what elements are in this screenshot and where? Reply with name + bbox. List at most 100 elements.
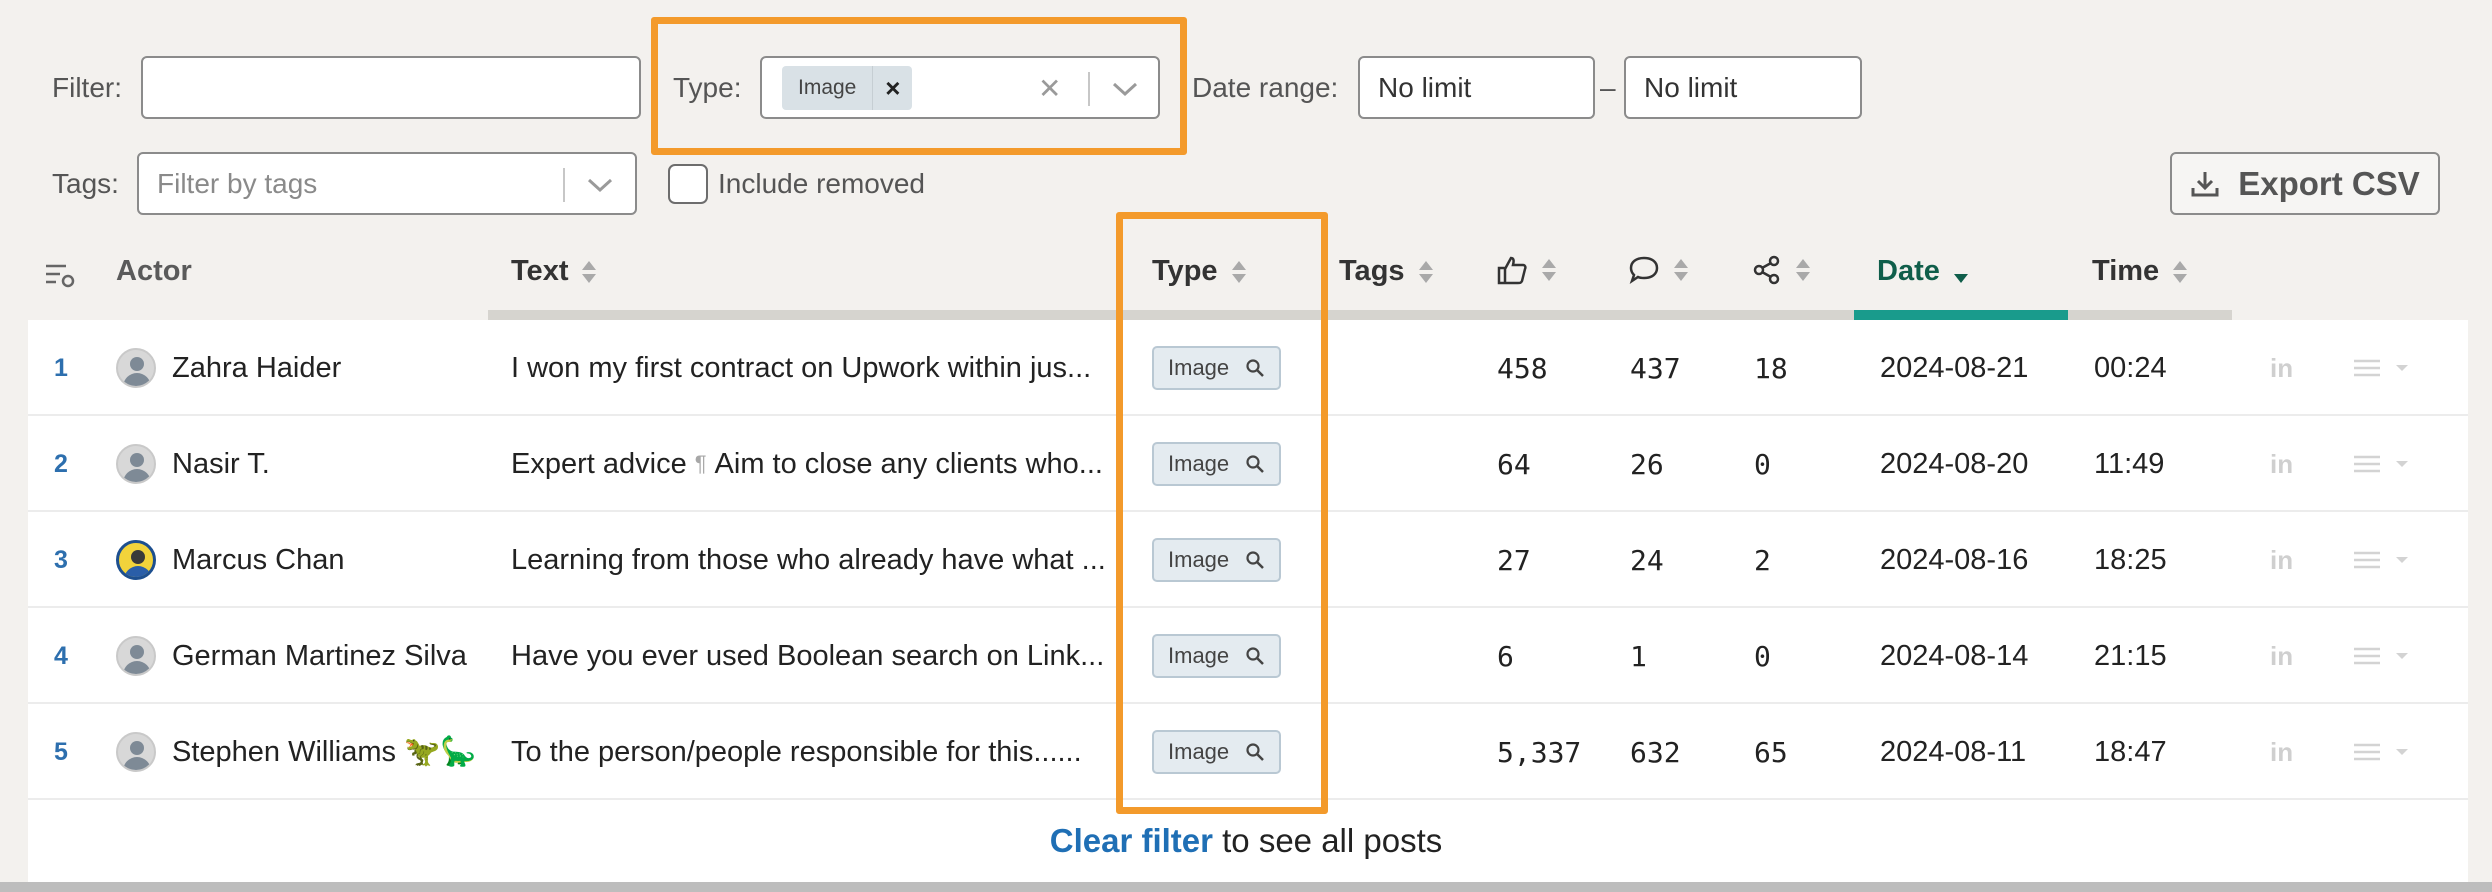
post-text-cell[interactable]: I won my first contract on Upwork within…: [511, 320, 1136, 416]
sort-icon: [1674, 259, 1688, 281]
row-menu[interactable]: [2352, 320, 2410, 416]
sort-icon: [2173, 260, 2188, 283]
avatar: [116, 636, 156, 676]
comments-count: 24: [1630, 543, 1664, 577]
tags-placeholder: Filter by tags: [157, 167, 318, 199]
date-from-input[interactable]: No limit: [1358, 56, 1595, 119]
shares-count: 0: [1754, 639, 1771, 673]
type-column-highlight: [1116, 212, 1328, 814]
date-range-label: Date range:: [1192, 72, 1339, 103]
post-time: 00:24: [2094, 351, 2167, 384]
include-removed-label: Include removed: [718, 168, 926, 199]
linkedin-icon[interactable]: in: [2270, 608, 2293, 704]
avatar: [116, 540, 156, 580]
actor-name[interactable]: Zahra Haider: [172, 320, 341, 416]
likes-count: 6: [1497, 639, 1514, 673]
column-header-date[interactable]: Date: [1877, 255, 1968, 288]
linkedin-icon[interactable]: in: [2270, 704, 2293, 800]
comment-icon: [1629, 256, 1659, 285]
row-menu[interactable]: [2352, 704, 2410, 800]
column-header-comments[interactable]: [1628, 255, 1688, 285]
row-menu[interactable]: [2352, 608, 2410, 704]
row-number[interactable]: 4: [54, 608, 68, 704]
clear-filter-link[interactable]: Clear filter: [1050, 822, 1213, 859]
actor-name[interactable]: Nasir T.: [172, 416, 270, 512]
row-number[interactable]: 5: [54, 704, 68, 800]
post-text-continued: Aim to close any clients who...: [714, 447, 1103, 480]
menu-icon: [2354, 359, 2380, 377]
post-text-cell[interactable]: To the person/people responsible for thi…: [511, 704, 1136, 800]
share-icon: [1753, 255, 1780, 285]
tags-label: Tags:: [52, 168, 119, 199]
tags-separator: [563, 168, 565, 202]
row-menu[interactable]: [2352, 416, 2410, 512]
caret-down-icon: [2396, 557, 2408, 563]
column-header-time[interactable]: Time: [2092, 255, 2188, 288]
post-time: 21:15: [2094, 639, 2167, 672]
avatar: [116, 444, 156, 484]
menu-icon: [2354, 551, 2380, 569]
type-filter-highlight: [651, 17, 1187, 155]
avatar: [116, 348, 156, 388]
column-header-text[interactable]: Text: [511, 255, 597, 288]
filter-label: Filter:: [52, 72, 122, 103]
row-number[interactable]: 2: [54, 416, 68, 512]
post-text-cell[interactable]: Learning from those who already have wha…: [511, 512, 1136, 608]
post-time: 18:25: [2094, 543, 2167, 576]
post-text-cell[interactable]: Expert advice ¶ Aim to close any clients w…: [511, 416, 1136, 512]
post-time: 18:47: [2094, 735, 2167, 768]
row-number[interactable]: 3: [54, 512, 68, 608]
post-time: 11:49: [2094, 447, 2165, 480]
caret-down-icon: [2396, 365, 2408, 371]
linkedin-icon[interactable]: in: [2270, 320, 2293, 416]
comments-count: 632: [1630, 735, 1681, 769]
post-date: 2024-08-14: [1880, 639, 2029, 672]
likes-count: 27: [1497, 543, 1531, 577]
column-header-likes[interactable]: [1496, 255, 1556, 285]
sort-icon: [1418, 260, 1433, 283]
download-icon: [2191, 171, 2219, 196]
shares-count: 65: [1754, 735, 1788, 769]
comments-count: 26: [1630, 447, 1664, 481]
caret-down-icon: [2396, 749, 2408, 755]
column-header-shares[interactable]: [1752, 255, 1810, 285]
comments-count: 437: [1630, 351, 1681, 385]
tags-select[interactable]: Filter by tags: [137, 152, 637, 215]
caret-down-icon: [2396, 461, 2408, 467]
comments-count: 1: [1630, 639, 1647, 673]
menu-icon: [2354, 743, 2380, 761]
post-text: Have you ever used Boolean search on Lin…: [511, 639, 1105, 672]
chevron-down-icon[interactable]: [585, 174, 615, 196]
menu-icon: [2354, 647, 2380, 665]
sort-icon: [1542, 259, 1556, 281]
shares-count: 2: [1754, 543, 1771, 577]
actor-name[interactable]: German Martinez Silva: [172, 608, 467, 704]
menu-icon: [2354, 455, 2380, 473]
date-to-input[interactable]: No limit: [1624, 56, 1862, 119]
actor-name[interactable]: Stephen Williams 🦖🦕: [172, 704, 476, 800]
date-separator: –: [1600, 72, 1616, 103]
linkedin-icon[interactable]: in: [2270, 416, 2293, 512]
row-number[interactable]: 1: [54, 320, 68, 416]
export-csv-button[interactable]: Export CSV: [2170, 152, 2440, 215]
post-date: 2024-08-11: [1880, 735, 2027, 768]
likes-count: 64: [1497, 447, 1531, 481]
post-text-cell[interactable]: Have you ever used Boolean search on Lin…: [511, 608, 1136, 704]
sort-desc-icon: [1953, 261, 1968, 283]
include-removed-checkbox[interactable]: [668, 164, 708, 204]
column-header-actor[interactable]: Actor: [116, 255, 192, 288]
export-csv-label: Export CSV: [2238, 164, 2420, 202]
linkedin-icon[interactable]: in: [2270, 512, 2293, 608]
row-menu[interactable]: [2352, 512, 2410, 608]
window-bottom-edge: [0, 882, 2492, 892]
post-text: Learning from those who already have wha…: [511, 543, 1106, 576]
caret-down-icon: [2396, 653, 2408, 659]
actor-name[interactable]: Marcus Chan: [172, 512, 344, 608]
column-settings-icon[interactable]: [44, 262, 76, 290]
post-date: 2024-08-20: [1880, 447, 2029, 480]
post-text: To the person/people responsible for thi…: [511, 735, 1082, 768]
filter-input[interactable]: [141, 56, 641, 119]
column-header-tags[interactable]: Tags: [1339, 255, 1433, 288]
likes-count: 5,337: [1497, 735, 1582, 769]
sort-icon: [1796, 259, 1810, 281]
